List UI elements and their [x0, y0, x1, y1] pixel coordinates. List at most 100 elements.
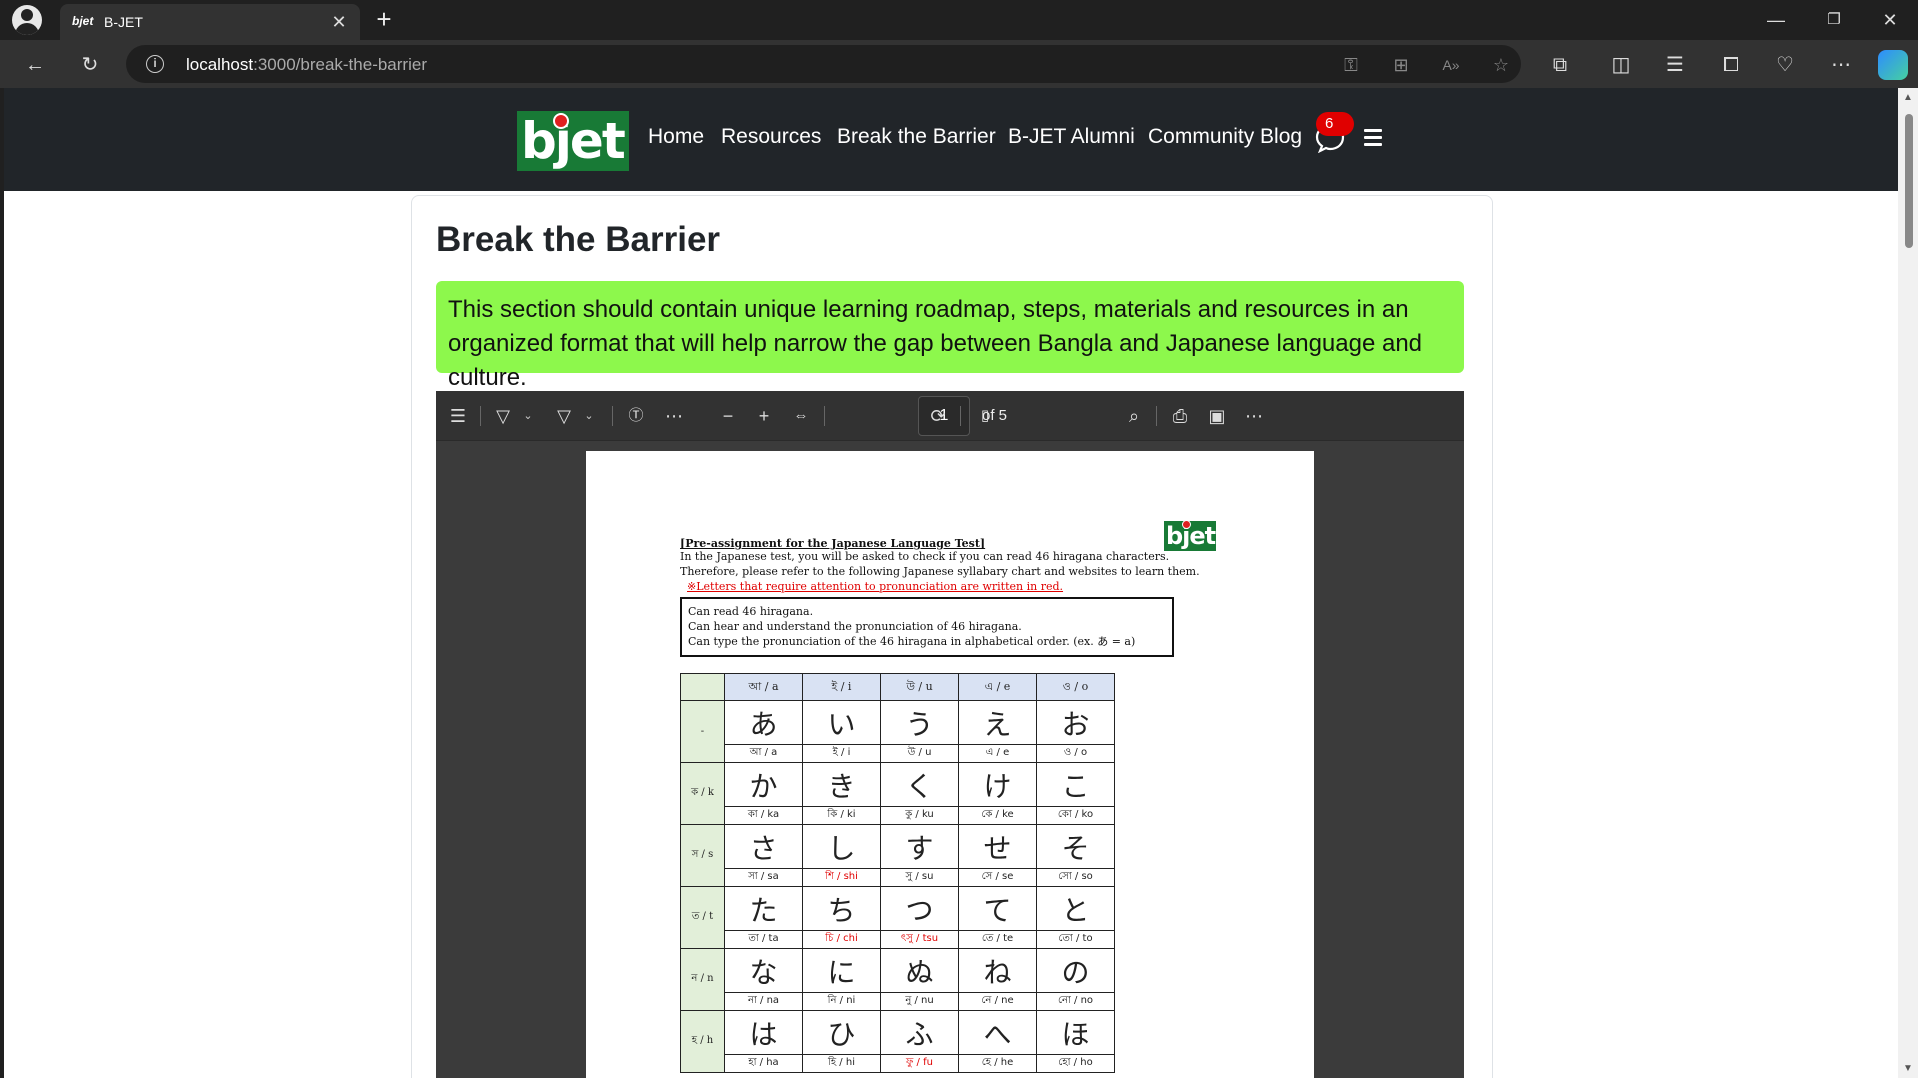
- romaji-cell: কু / ku: [880, 806, 959, 825]
- scroll-down-icon[interactable]: ▼: [1903, 1063, 1913, 1074]
- logo-dot: [553, 113, 569, 129]
- table-row: স / sさしすせそ: [680, 824, 1115, 887]
- row-label: স / s: [680, 824, 725, 887]
- apps-icon[interactable]: ⊞: [1388, 52, 1414, 78]
- table-row: কা / ka কি / ki কু / ku কে / ke কো / ko: [681, 806, 1115, 825]
- address-bar[interactable]: i localhost:3000/break-the-barrier ⚿ ⊞ A…: [126, 45, 1521, 83]
- read-aloud-icon[interactable]: A»: [1438, 52, 1464, 78]
- kana-cell: す: [880, 824, 959, 869]
- collections-icon[interactable]: ⧠: [1716, 50, 1746, 80]
- column-header: আ / a: [724, 673, 803, 701]
- print-icon[interactable]: ⎙: [1168, 404, 1192, 428]
- text-box-icon[interactable]: Ⓣ: [624, 404, 648, 428]
- tab-close-icon[interactable]: ✕: [328, 11, 350, 33]
- romaji-cell: তা / ta: [724, 930, 803, 949]
- romaji-cell: নু / nu: [880, 992, 959, 1011]
- column-header: উ / u: [880, 673, 959, 701]
- romaji-cell: কা / ka: [724, 806, 803, 825]
- nav-bjet-alumni[interactable]: B-JET Alumni: [1008, 125, 1135, 149]
- kana-cell: あ: [724, 700, 803, 745]
- split-screen-icon[interactable]: ◫: [1606, 50, 1636, 80]
- page-view-icon[interactable]: ▯: [973, 404, 997, 428]
- new-tab-button[interactable]: +: [370, 6, 398, 34]
- contents-icon[interactable]: ☰: [446, 404, 470, 428]
- draw-icon[interactable]: ▽: [552, 404, 576, 428]
- browser-tab[interactable]: bjet B-JET ✕: [60, 4, 360, 40]
- doc-bjet-logo: bjet: [1164, 520, 1216, 551]
- close-window-button[interactable]: ✕: [1870, 6, 1910, 34]
- romaji-cell: উ / u: [880, 744, 959, 763]
- romaji-cell: সে / se: [958, 868, 1037, 887]
- kana-cell: こ: [1036, 762, 1115, 807]
- zoom-out-icon[interactable]: −: [716, 404, 740, 428]
- extensions-icon[interactable]: ⧉: [1545, 50, 1575, 80]
- key-icon[interactable]: ⚿: [1338, 52, 1364, 78]
- kana-cell: し: [802, 824, 881, 869]
- bjet-logo[interactable]: bjet: [517, 111, 629, 171]
- romaji-cell: সো / so: [1036, 868, 1115, 887]
- search-icon[interactable]: ⌕: [1122, 404, 1146, 428]
- rotate-icon[interactable]: ⟳: [926, 404, 950, 428]
- restore-button[interactable]: ❐: [1814, 6, 1854, 34]
- table-row: ত / tたちつてと: [680, 886, 1115, 949]
- romaji-cell: এ / e: [958, 744, 1037, 763]
- back-icon[interactable]: ←: [20, 50, 50, 80]
- zoom-in-icon[interactable]: +: [752, 404, 776, 428]
- kana-cell: せ: [958, 824, 1037, 869]
- scroll-thumb[interactable]: [1905, 114, 1913, 248]
- nav-resources[interactable]: Resources: [721, 125, 821, 149]
- romaji-cell: কে / ke: [958, 806, 1037, 825]
- kana-cell: か: [724, 762, 803, 807]
- chevron-down-icon[interactable]: ⌄: [522, 407, 534, 425]
- page-scrollbar[interactable]: ▲ ▼: [1898, 88, 1918, 1078]
- table-row: -あいうえお: [680, 700, 1115, 763]
- kana-cell: い: [802, 700, 881, 745]
- column-header: এ / e: [958, 673, 1037, 701]
- page-viewport: bjet Home Resources Break the Barrier B-…: [4, 88, 1898, 1078]
- checklist-item: Can type the pronunciation of the 46 hir…: [688, 635, 1136, 648]
- kana-cell: く: [880, 762, 959, 807]
- minimize-button[interactable]: —: [1756, 6, 1796, 34]
- table-row: হ / hはひふへほ: [680, 1010, 1115, 1073]
- copilot-icon[interactable]: [1878, 50, 1908, 80]
- chat-notification-badge: 6: [1316, 112, 1354, 136]
- romaji-cell: শি / shi: [802, 868, 881, 887]
- kana-cell: た: [724, 886, 803, 931]
- browser-essentials-icon[interactable]: ♡: [1770, 50, 1800, 80]
- romaji-cell: তে / te: [958, 930, 1037, 949]
- kana-cell: に: [802, 948, 881, 993]
- tab-favicon-icon: bjet: [72, 14, 94, 28]
- favorites-icon[interactable]: ☰: [1660, 50, 1690, 80]
- kana-cell: ぬ: [880, 948, 959, 993]
- pdf-viewer: ☰ ▽ ⌄ ▽ ⌄ Ⓣ ⋯ − + ⇔ 1 of 5 ⟳ ▯ ⌕ ⎙ ▣ ⋯ b…: [436, 391, 1464, 1078]
- profile-avatar[interactable]: [12, 5, 42, 35]
- more-menu-icon[interactable]: ⋯: [1826, 50, 1856, 80]
- nav-community-blog[interactable]: Community Blog: [1148, 125, 1302, 149]
- doc-red-note: ※Letters that require attention to pronu…: [687, 580, 1064, 593]
- nav-break-the-barrier[interactable]: Break the Barrier: [837, 125, 996, 149]
- scroll-up-icon[interactable]: ▲: [1903, 92, 1913, 103]
- romaji-cell: হো / ho: [1036, 1054, 1115, 1073]
- site-info-icon[interactable]: i: [146, 55, 164, 73]
- chevron-down-icon[interactable]: ⌄: [583, 407, 595, 425]
- table-row: হা / ha হি / hi ফু / fu হে / he হো / ho: [681, 1054, 1115, 1073]
- table-row: আ / aই / iউ / uএ / eও / o: [681, 744, 1115, 763]
- save-icon[interactable]: ▣: [1205, 404, 1229, 428]
- romaji-cell: ই / i: [802, 744, 881, 763]
- kana-cell: お: [1036, 700, 1115, 745]
- doc-line: In the Japanese test, you will be asked …: [680, 550, 1170, 563]
- table-row: না / na নি / ni নু / nu নে / ne নো / no: [681, 992, 1115, 1011]
- more-options-icon[interactable]: ⋯: [1242, 404, 1266, 428]
- more-tools-icon[interactable]: ⋯: [662, 404, 686, 428]
- romaji-cell: হা / ha: [724, 1054, 803, 1073]
- nav-home[interactable]: Home: [648, 125, 704, 149]
- kana-cell: う: [880, 700, 959, 745]
- browser-tab-bar: bjet B-JET ✕ + — ❐ ✕: [0, 0, 1918, 40]
- favorite-star-icon[interactable]: ☆: [1488, 52, 1514, 78]
- highlight-icon[interactable]: ▽: [491, 404, 515, 428]
- hamburger-menu-icon[interactable]: [1364, 129, 1386, 147]
- fit-width-icon[interactable]: ⇔: [789, 404, 813, 428]
- reload-icon[interactable]: ↻: [75, 50, 105, 80]
- table-corner: [680, 673, 725, 701]
- browser-toolbar: ← ↻ i localhost:3000/break-the-barrier ⚿…: [0, 40, 1918, 88]
